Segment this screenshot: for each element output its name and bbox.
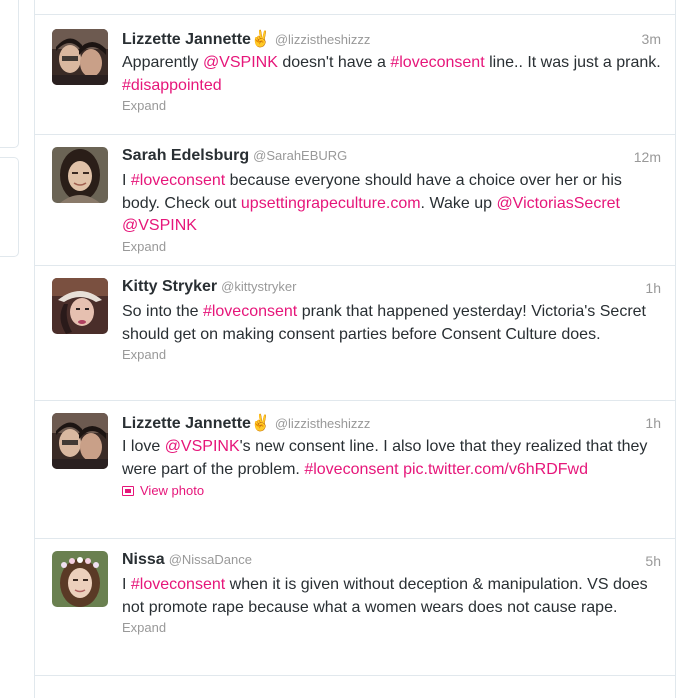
expand-link[interactable]: Expand bbox=[122, 98, 661, 113]
fullname[interactable]: Kitty Stryker bbox=[122, 278, 217, 295]
tweet-header: Nissa @NissaDance 5h bbox=[122, 551, 661, 573]
mention-link[interactable]: @VSPINK bbox=[203, 54, 278, 71]
expand-link[interactable]: Expand bbox=[122, 347, 661, 362]
mention-link[interactable]: @VSPINK bbox=[122, 217, 197, 234]
mention-link[interactable]: @VictoriasSecret bbox=[496, 195, 620, 212]
username[interactable]: @lizzistheshizzz bbox=[275, 32, 371, 47]
tweet-text: Apparently @VSPINK doesn't have a #lovec… bbox=[122, 52, 661, 97]
tweet[interactable]: Kitty Stryker @kittystryker 1h So into th… bbox=[35, 265, 675, 401]
avatar[interactable] bbox=[52, 278, 108, 334]
view-photo-link[interactable]: View photo bbox=[122, 483, 661, 498]
expand-link[interactable]: Expand bbox=[122, 620, 661, 635]
tweet-timeline: Lizzette Jannette✌ @lizzistheshizzz 3m Ap… bbox=[34, 0, 676, 698]
tweet-header: Kitty Stryker @kittystryker 1h bbox=[122, 278, 661, 300]
username[interactable]: @kittystryker bbox=[221, 279, 296, 294]
timestamp[interactable]: 5h bbox=[645, 553, 661, 569]
tweet-text-fragment: Apparently bbox=[122, 54, 203, 71]
tweet[interactable]: Sarah Edelsburg @SarahEBURG 12m I #loveco… bbox=[35, 134, 675, 266]
fullname[interactable]: Nissa bbox=[122, 551, 165, 568]
hashtag-link[interactable]: #loveconsent bbox=[131, 172, 225, 189]
tweet-text-fragment: I love bbox=[122, 438, 165, 455]
username[interactable]: @lizzistheshizzz bbox=[275, 416, 371, 431]
tweet-text-fragment: So into the bbox=[122, 303, 203, 320]
mention-link[interactable]: @VSPINK bbox=[165, 438, 240, 455]
avatar[interactable] bbox=[52, 413, 108, 469]
url-link[interactable]: pic.twitter.com/v6hRDFwd bbox=[403, 461, 588, 478]
hashtag-link[interactable]: #disappointed bbox=[122, 77, 222, 94]
fullname[interactable]: Lizzette Jannette✌ bbox=[122, 415, 271, 432]
fullname[interactable]: Lizzette Jannette✌ bbox=[122, 31, 271, 48]
tweet-text: I #loveconsent when it is given without … bbox=[122, 574, 661, 619]
tweet-header: Lizzette Jannette✌ @lizzistheshizzz 1h bbox=[122, 413, 661, 435]
view-photo-label: View photo bbox=[140, 483, 205, 498]
previous-tweet-sliver bbox=[35, 0, 675, 15]
tweet-text-fragment: I bbox=[122, 172, 131, 189]
hashtag-link[interactable]: #loveconsent bbox=[390, 54, 484, 71]
side-card-top bbox=[0, 0, 19, 148]
tweet[interactable]: Lizzette Jannette✌ @lizzistheshizzz 1h I … bbox=[35, 400, 675, 539]
tweet-text: I love @VSPINK's new consent line. I als… bbox=[122, 436, 661, 481]
url-link[interactable]: upsettingrapeculture.com bbox=[241, 195, 421, 212]
tweet-text-fragment: doesn't have a bbox=[277, 54, 391, 71]
hashtag-link[interactable]: #loveconsent bbox=[131, 576, 225, 593]
timestamp[interactable]: 1h bbox=[645, 280, 661, 296]
side-card-bottom bbox=[0, 157, 19, 257]
tweet-text-fragment: line.. It was just a prank. bbox=[484, 54, 661, 71]
hashtag-link[interactable]: #loveconsent bbox=[304, 461, 398, 478]
timestamp[interactable]: 3m bbox=[642, 31, 661, 47]
hashtag-link[interactable]: #loveconsent bbox=[203, 303, 297, 320]
tweet-text: So into the #loveconsent prank that happ… bbox=[122, 301, 661, 346]
timestamp[interactable]: 1h bbox=[645, 415, 661, 431]
photo-icon bbox=[122, 485, 134, 496]
tweet[interactable]: Nissa @NissaDance 5h I #loveconsent when … bbox=[35, 538, 675, 676]
tweet-text-fragment: I bbox=[122, 576, 131, 593]
tweet[interactable]: Lizzette Jannette✌ @lizzistheshizzz 3m Ap… bbox=[35, 16, 675, 135]
avatar[interactable] bbox=[52, 29, 108, 85]
tweet-header: Lizzette Jannette✌ @lizzistheshizzz 3m bbox=[122, 29, 661, 51]
avatar[interactable] bbox=[52, 147, 108, 203]
avatar[interactable] bbox=[52, 551, 108, 607]
tweet-header: Sarah Edelsburg @SarahEBURG 12m bbox=[122, 147, 661, 169]
username[interactable]: @SarahEBURG bbox=[253, 148, 347, 163]
timestamp[interactable]: 12m bbox=[634, 149, 661, 165]
tweet-text-fragment: . Wake up bbox=[420, 194, 497, 212]
tweet-text: I #loveconsent because everyone should h… bbox=[122, 170, 661, 238]
fullname[interactable]: Sarah Edelsburg bbox=[122, 147, 249, 164]
expand-link[interactable]: Expand bbox=[122, 239, 661, 254]
username[interactable]: @NissaDance bbox=[169, 552, 252, 567]
